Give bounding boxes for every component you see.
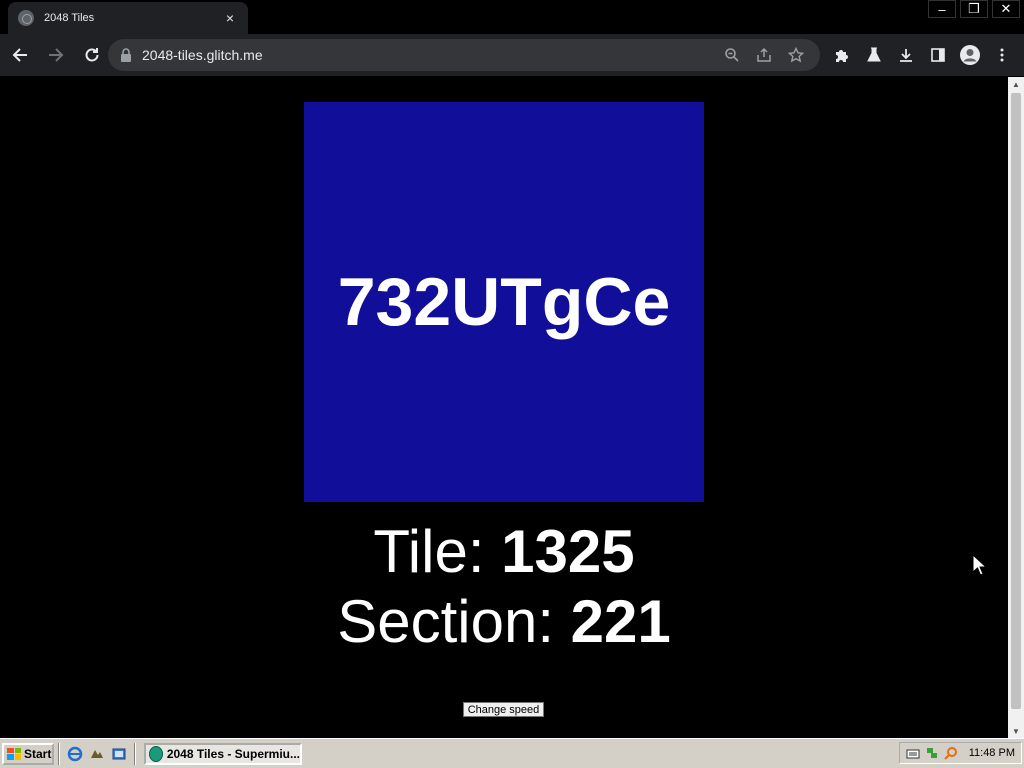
show-desktop-icon[interactable]: [110, 745, 128, 763]
browser-app-icon: [149, 745, 163, 762]
taskbar-window-label: 2048 Tiles - Supermiu...: [166, 746, 300, 761]
search-icon[interactable]: [944, 746, 958, 760]
forward-button[interactable]: [40, 39, 72, 71]
globe-icon: [18, 10, 34, 26]
taskbar-window-button[interactable]: 2048 Tiles - Supermiu...: [144, 742, 302, 765]
internet-explorer-icon[interactable]: [66, 745, 84, 763]
lock-icon: [121, 48, 131, 62]
avatar-icon: [960, 45, 980, 65]
tile-info: Tile: 1325: [0, 517, 1008, 586]
zoom-button[interactable]: [720, 43, 744, 67]
clock: 11:48 PM: [968, 747, 1015, 759]
reload-icon: [85, 48, 99, 62]
start-label: Start: [24, 746, 52, 761]
restore-button[interactable]: ❐: [960, 0, 988, 18]
tab-title: 2048 Tiles: [44, 12, 95, 24]
page-viewport: 732UTgCe Tile: 1325 Section: 221 Change …: [0, 77, 1008, 738]
menu-button[interactable]: [986, 39, 1018, 71]
browser-titlebar: 2048 Tiles × – ❐ ✕: [0, 0, 1024, 34]
page-scrollbar[interactable]: ▲ ▼: [1008, 77, 1024, 738]
tile-display: 732UTgCe: [304, 102, 704, 502]
tile-number: 1325: [501, 518, 635, 585]
scroll-down-icon[interactable]: ▼: [1008, 724, 1024, 738]
section-label: Section:: [337, 588, 571, 655]
windows-logo-icon: [7, 747, 21, 760]
browser-toolbar: 2048-tiles.glitch.me: [0, 34, 1024, 76]
labs-button[interactable]: [858, 39, 890, 71]
quicklaunch-separator-2: [134, 742, 136, 765]
taskbar: Start 2048 Tiles - Supermiu... 11:48 PM: [0, 738, 1024, 768]
scroll-thumb[interactable]: [1011, 93, 1021, 709]
download-icon: [900, 49, 912, 62]
star-icon: [788, 47, 804, 63]
browser-tab[interactable]: 2048 Tiles ×: [8, 2, 248, 34]
network-icon[interactable]: [925, 746, 939, 760]
arrow-left-icon: [12, 48, 27, 62]
reload-button[interactable]: [76, 39, 108, 71]
share-button[interactable]: [752, 43, 776, 67]
tile-label: Tile:: [373, 518, 502, 585]
address-bar[interactable]: 2048-tiles.glitch.me: [108, 39, 820, 71]
window-controls: – ❐ ✕: [928, 0, 1020, 18]
mouse-cursor-icon: [972, 554, 986, 576]
side-panel-button[interactable]: [922, 39, 954, 71]
section-info: Section: 221: [0, 587, 1008, 656]
zoom-out-icon: [725, 48, 739, 62]
downloads-button[interactable]: [890, 39, 922, 71]
profile-button[interactable]: [954, 39, 986, 71]
change-speed-button[interactable]: Change speed: [463, 702, 544, 717]
explorer-icon[interactable]: [88, 745, 106, 763]
minimize-button[interactable]: –: [928, 0, 956, 18]
quicklaunch-separator: [58, 742, 60, 765]
arrow-right-icon: [49, 48, 64, 62]
extensions-button[interactable]: [826, 39, 858, 71]
start-button[interactable]: Start: [2, 742, 54, 765]
flask-icon: [867, 47, 881, 62]
section-number: 221: [570, 588, 671, 655]
keyboard-icon[interactable]: [906, 746, 920, 760]
tile-code: 732UTgCe: [337, 264, 671, 340]
more-vertical-icon: [1000, 48, 1004, 62]
close-window-button[interactable]: ✕: [992, 0, 1020, 18]
back-button[interactable]: [4, 39, 36, 71]
share-icon: [757, 47, 771, 62]
scroll-up-icon[interactable]: ▲: [1008, 77, 1024, 91]
side-panel-icon: [931, 48, 945, 62]
puzzle-icon: [836, 50, 848, 62]
url-text: 2048-tiles.glitch.me: [142, 47, 263, 63]
system-tray: 11:48 PM: [898, 742, 1022, 764]
tab-close-button[interactable]: ×: [222, 10, 238, 26]
bookmark-button[interactable]: [784, 43, 808, 67]
